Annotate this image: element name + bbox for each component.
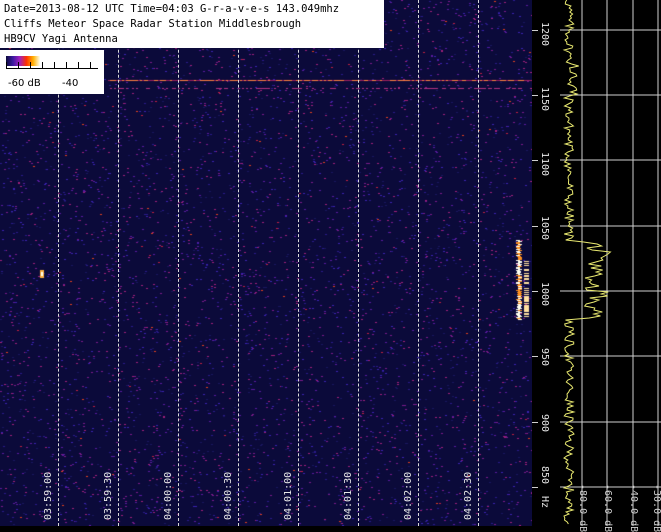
scale-tick [42, 62, 43, 68]
frequency-label: 850 [539, 466, 550, 485]
color-scale-legend: -60 dB -40 [0, 50, 104, 94]
time-gridline [358, 0, 359, 526]
scale-tick [6, 62, 7, 68]
scale-tick [66, 62, 67, 68]
time-label: 04:02:30 [463, 471, 474, 520]
scale-tick [18, 62, 19, 68]
frequency-label: 950 [539, 348, 550, 367]
time-label: 04:00:00 [163, 471, 174, 520]
frequency-axis: 1200 1150 1100 1050 1000 950 900 850 Hz [532, 0, 560, 526]
station-info-box: Date=2013-08-12 UTC Time=04:03 G-r-a-v-e… [0, 0, 384, 48]
time-label: 04:01:30 [343, 471, 354, 520]
station-name-line: Cliffs Meteor Space Radar Station Middle… [4, 18, 302, 30]
scale-tick [54, 62, 55, 68]
time-gridline [478, 0, 479, 526]
time-label: 03:59:00 [43, 471, 54, 520]
time-label: 04:01:00 [283, 471, 294, 520]
frequency-label: 1050 [539, 216, 550, 241]
time-gridline [298, 0, 299, 526]
time-gridline [178, 0, 179, 526]
scale-tick [78, 62, 79, 68]
time-label: 03:59:30 [103, 471, 114, 520]
color-gradient [6, 56, 40, 66]
db-label: -80.0 dB [577, 484, 588, 532]
frequency-label: 900 [539, 414, 550, 433]
scale-line [6, 68, 98, 69]
db-label: -40.0 dB [628, 484, 639, 532]
frequency-label: 1200 [539, 22, 550, 47]
frequency-label: 1000 [539, 282, 550, 307]
time-gridline [238, 0, 239, 526]
antenna-line: HB9CV Yagi Antenna [4, 33, 118, 45]
frequency-unit-label: Hz [539, 496, 550, 509]
frequency-label: 1100 [539, 152, 550, 177]
scale-tick [30, 62, 31, 68]
time-label: 04:02:00 [403, 471, 414, 520]
db-label: -60.0 dB [602, 484, 613, 532]
scale-high-label: -40 [62, 78, 79, 89]
scale-low-label: -60 dB [8, 78, 41, 89]
time-label: 04:00:30 [223, 471, 234, 520]
spectrum-panel: -80.0 dB -60.0 dB -40.0 dB -30.0 dB [560, 0, 661, 532]
time-gridline [118, 0, 119, 526]
db-label: -30.0 dB [651, 484, 661, 532]
frequency-label: 1150 [539, 87, 550, 112]
spectrum-trace [562, 0, 612, 525]
time-gridline [418, 0, 419, 526]
spectrum-plot [560, 0, 661, 526]
scale-tick [90, 62, 91, 68]
date-time-frequency-line: Date=2013-08-12 UTC Time=04:03 G-r-a-v-e… [4, 3, 340, 15]
